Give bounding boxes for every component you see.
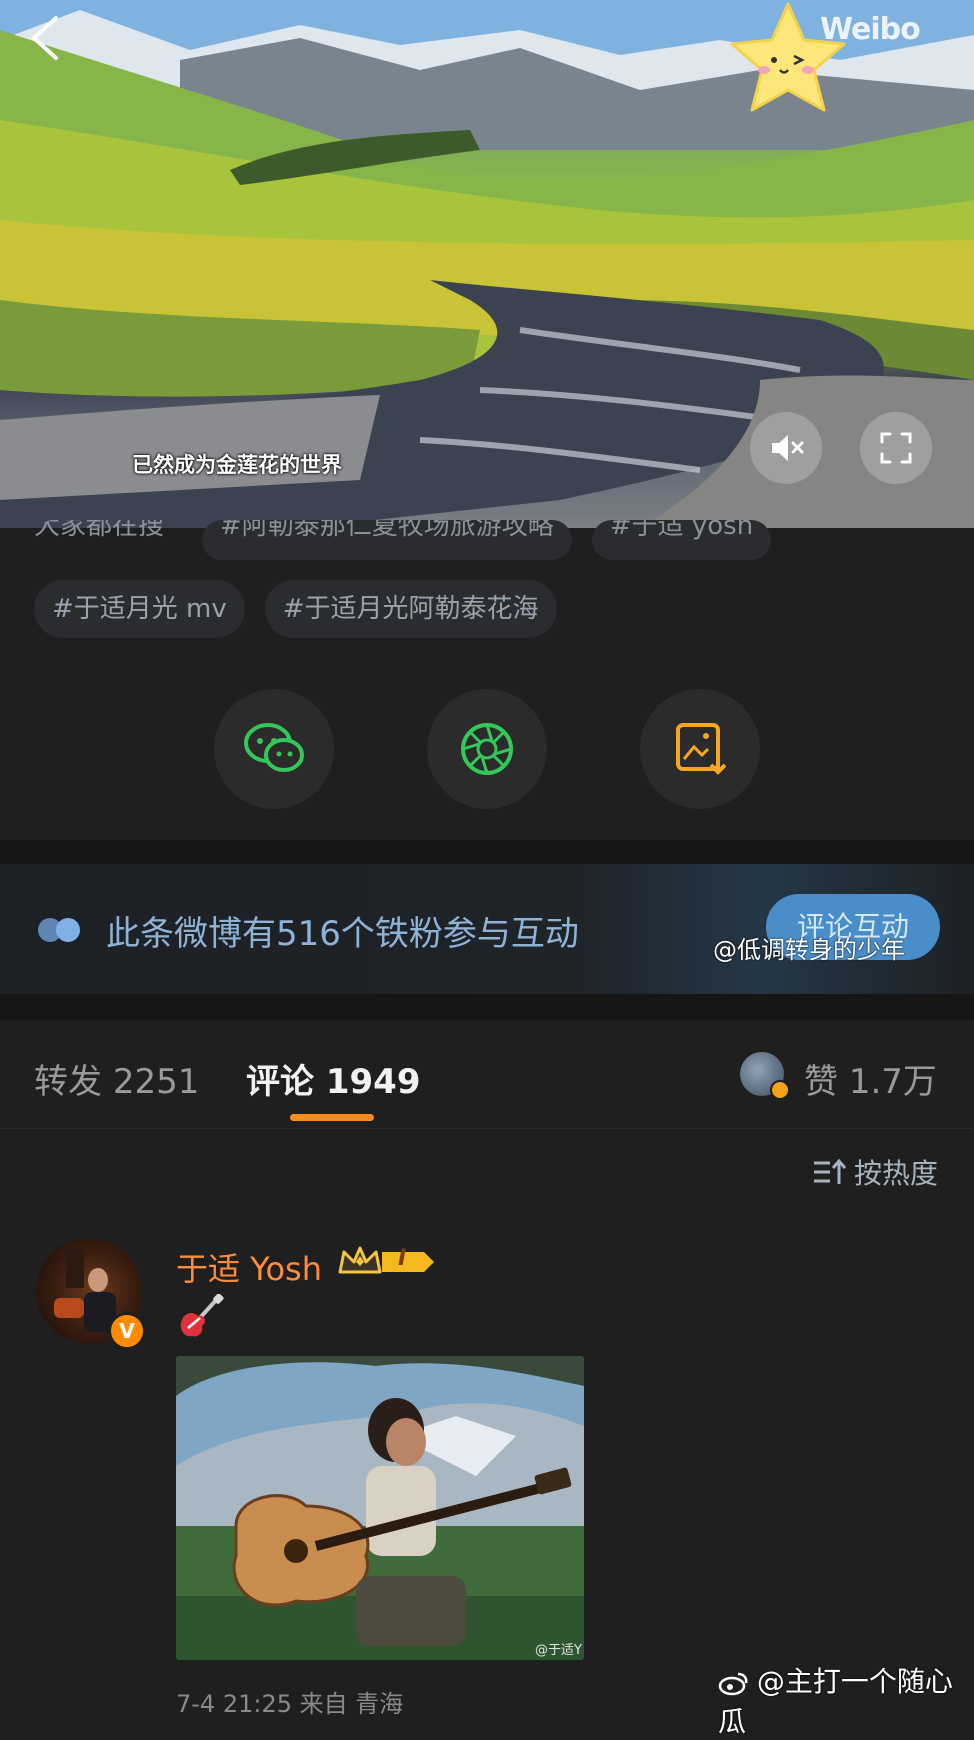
tab-repost[interactable]: 转发 2251 (34, 1054, 199, 1103)
back-button[interactable] (22, 12, 72, 62)
share-wechat-button[interactable] (214, 689, 334, 809)
tag-row-partial: 大家都在搜 #阿勒泰那仁夏牧场旅游攻略 #于适 yosh (34, 520, 791, 564)
video-subtitle: 已然成为金莲花的世界 (132, 453, 342, 477)
tab-likes-count: 1.7万 (848, 1062, 937, 1102)
tag-item[interactable]: #阿勒泰那仁夏牧场旅游攻略 (202, 520, 572, 560)
tab-repost-label: 转发 (34, 1062, 102, 1102)
commenter-name[interactable]: 于适 Yosh (176, 1244, 322, 1290)
video-player[interactable]: Weibo 已然成为金莲花的世界 (0, 0, 974, 528)
comment-meta: 7-4 21:25 来自 青海 (176, 1690, 404, 1718)
mute-button[interactable] (750, 412, 822, 484)
tab-comments-label: 评论 (246, 1062, 314, 1102)
watermark-text: @主打一个随心瓜 (718, 1665, 953, 1738)
divider (0, 1128, 974, 1129)
section-divider (0, 994, 974, 1020)
guitarist-photo (176, 1356, 584, 1660)
vip-crown-badge: I (336, 1244, 436, 1284)
tab-repost-count: 2251 (112, 1062, 200, 1102)
save-image-icon (676, 723, 726, 775)
share-moments-button[interactable] (427, 689, 547, 809)
tag-row: #于适月光 mv #于适月光阿勒泰花海 (34, 580, 577, 638)
verified-badge-icon: V (108, 1312, 146, 1350)
fans-banner-text: 此条微博有516个铁粉参与互动 (106, 914, 579, 954)
post-tabs: 转发 2251 评论 1949 赞 1.7万 (0, 1020, 974, 1130)
fans-banner[interactable]: 此条微博有516个铁粉参与互动 评论互动 (0, 864, 974, 994)
tab-likes[interactable]: 赞 1.7万 (804, 1054, 937, 1103)
moments-icon (461, 723, 513, 775)
wechat-icon (244, 723, 304, 772)
section-divider (0, 840, 974, 866)
fullscreen-icon (880, 432, 912, 464)
vip-level: I (398, 1246, 407, 1271)
comment-photo[interactable]: @于适Y (176, 1356, 584, 1660)
fullscreen-button[interactable] (860, 412, 932, 484)
tag-item[interactable]: #于适 yosh (591, 520, 772, 560)
photo-watermark: @于适Y (535, 1643, 582, 1658)
speaker-muted-icon (772, 435, 804, 461)
tag-item[interactable]: #于适月光 mv (34, 580, 245, 638)
sort-button[interactable]: 按热度 (812, 1152, 938, 1192)
star-sticker-icon (724, 0, 852, 118)
fans-indicator-icon (38, 918, 80, 942)
sort-label: 按热度 (853, 1157, 938, 1190)
tab-comments[interactable]: 评论 1949 (246, 1054, 420, 1103)
tab-likes-label: 赞 (804, 1062, 838, 1102)
guitar-icon (176, 1293, 224, 1344)
weibo-logo-icon (718, 1672, 748, 1696)
weibo-credit-watermark: @主打一个随心瓜 (718, 1660, 974, 1740)
sort-icon (813, 1158, 846, 1184)
tag-item[interactable]: #于适月光阿勒泰花海 (264, 580, 557, 638)
verified-badge-icon (770, 1080, 790, 1100)
overlay-credit: @低调转身的少年 (713, 936, 905, 964)
crown-icon (338, 1246, 434, 1274)
tab-comments-count: 1949 (325, 1062, 421, 1102)
trending-label: 大家都在搜 (34, 520, 165, 541)
save-image-button[interactable] (640, 689, 760, 809)
active-tab-indicator (290, 1114, 374, 1121)
chevron-left-icon (32, 16, 58, 60)
